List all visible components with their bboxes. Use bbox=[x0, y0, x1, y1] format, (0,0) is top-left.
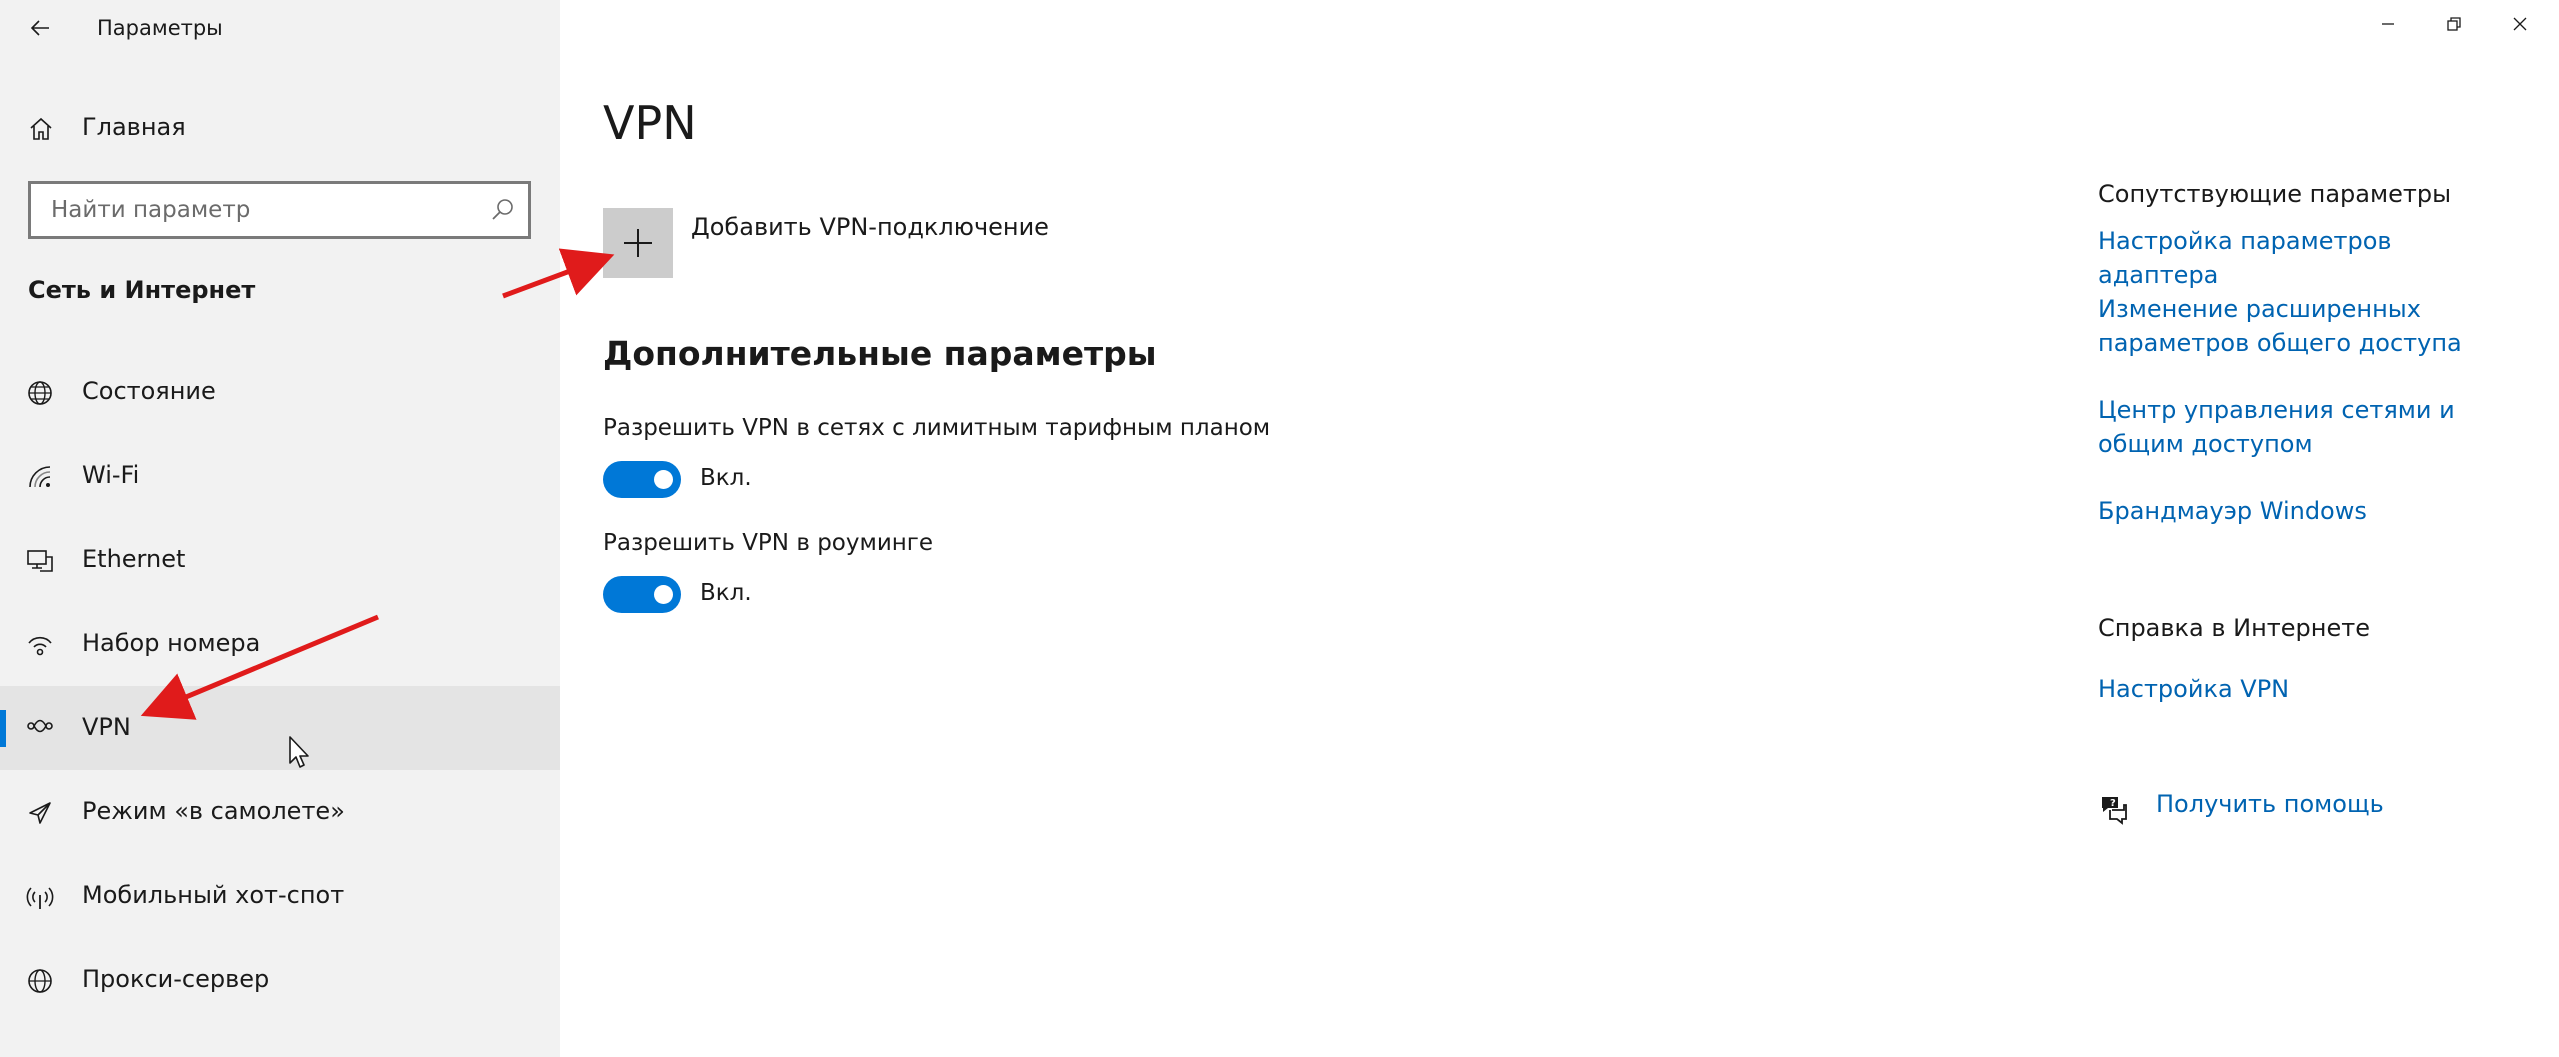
dialup-icon bbox=[28, 636, 52, 656]
sidebar-home[interactable]: Главная bbox=[0, 100, 560, 156]
back-button[interactable] bbox=[18, 6, 62, 50]
roaming-setting-label: Разрешить VPN в роуминге bbox=[603, 530, 934, 556]
add-vpn-label: Добавить VPN-подключение bbox=[691, 213, 1049, 241]
page-title: VPN bbox=[603, 96, 697, 150]
sidebar-item-vpn[interactable]: VPN bbox=[0, 686, 560, 770]
link-advanced-sharing[interactable]: Изменение расширенных параметров общего … bbox=[2098, 292, 2518, 360]
roaming-toggle[interactable] bbox=[603, 576, 681, 613]
link-network-center[interactable]: Центр управления сетями и общим доступом bbox=[2098, 393, 2518, 461]
toggle-knob bbox=[654, 470, 673, 489]
sidebar-item-label: Прокси-сервер bbox=[82, 965, 270, 993]
sidebar-item-label: Состояние bbox=[82, 377, 216, 405]
online-help-heading: Справка в Интернете bbox=[2098, 614, 2370, 642]
advanced-settings-title: Дополнительные параметры bbox=[603, 334, 1157, 373]
close-button[interactable] bbox=[2487, 0, 2553, 48]
vpn-icon bbox=[27, 719, 53, 733]
svg-text:?: ? bbox=[2110, 798, 2116, 809]
hotspot-icon bbox=[26, 887, 54, 909]
sidebar-item-hotspot[interactable]: Мобильный хот-спот bbox=[0, 854, 560, 938]
globe-icon bbox=[28, 969, 52, 993]
related-settings-heading: Сопутствующие параметры bbox=[2098, 180, 2452, 208]
globe-status-icon bbox=[28, 381, 52, 405]
roaming-toggle-state: Вкл. bbox=[700, 580, 752, 606]
close-icon bbox=[2513, 17, 2527, 31]
airplane-icon bbox=[29, 802, 51, 824]
toggle-knob bbox=[654, 585, 673, 604]
sidebar-item-ethernet[interactable]: Ethernet bbox=[0, 518, 560, 602]
sidebar-item-label: Мобильный хот-спот bbox=[82, 881, 345, 909]
search-icon[interactable] bbox=[490, 197, 516, 223]
restore-icon bbox=[2447, 17, 2461, 31]
sidebar-item-label: Ethernet bbox=[82, 545, 186, 573]
sidebar-item-label: Wi-Fi bbox=[82, 461, 140, 489]
minimize-icon bbox=[2382, 23, 2394, 25]
search-box[interactable] bbox=[28, 181, 531, 239]
home-icon bbox=[30, 117, 52, 140]
search-input[interactable] bbox=[31, 184, 471, 236]
get-help-label: Получить помощь bbox=[2156, 790, 2384, 818]
sidebar-item-dialup[interactable]: Набор номера bbox=[0, 602, 560, 686]
link-adapter-options[interactable]: Настройка параметров адаптера bbox=[2098, 224, 2518, 292]
sidebar-item-status[interactable]: Состояние bbox=[0, 350, 560, 434]
app-title: Параметры bbox=[97, 16, 223, 40]
minimize-button[interactable] bbox=[2355, 0, 2421, 48]
section-title: Сеть и Интернет bbox=[28, 276, 256, 304]
plus-icon bbox=[624, 229, 652, 257]
add-vpn-button[interactable] bbox=[603, 208, 673, 278]
link-vpn-setup-help[interactable]: Настройка VPN bbox=[2098, 672, 2518, 706]
selection-indicator bbox=[0, 710, 6, 747]
link-windows-firewall[interactable]: Брандмауэр Windows bbox=[2098, 494, 2518, 528]
wifi-icon bbox=[29, 466, 51, 488]
get-help-link[interactable]: ? Получить помощь bbox=[2098, 790, 2428, 826]
sidebar-item-label: Режим «в самолете» bbox=[82, 797, 345, 825]
ethernet-icon bbox=[27, 550, 53, 572]
sidebar-item-label: Набор номера bbox=[82, 629, 261, 657]
chat-help-icon: ? bbox=[2102, 797, 2127, 825]
sidebar: Параметры Главная Сеть и Интернет Состоя… bbox=[0, 0, 560, 1057]
restore-button[interactable] bbox=[2421, 0, 2487, 48]
sidebar-item-proxy[interactable]: Прокси-сервер bbox=[0, 938, 560, 1022]
sidebar-item-airplane[interactable]: Режим «в самолете» bbox=[0, 770, 560, 854]
metered-toggle[interactable] bbox=[603, 461, 681, 498]
sidebar-item-wifi[interactable]: Wi-Fi bbox=[0, 434, 560, 518]
sidebar-home-label: Главная bbox=[82, 113, 186, 141]
metered-toggle-state: Вкл. bbox=[700, 465, 752, 491]
metered-setting-label: Разрешить VPN в сетях с лимитным тарифны… bbox=[603, 415, 1271, 441]
back-arrow-icon bbox=[30, 20, 49, 36]
sidebar-item-label: VPN bbox=[82, 713, 131, 741]
mouse-cursor-icon bbox=[289, 736, 309, 768]
